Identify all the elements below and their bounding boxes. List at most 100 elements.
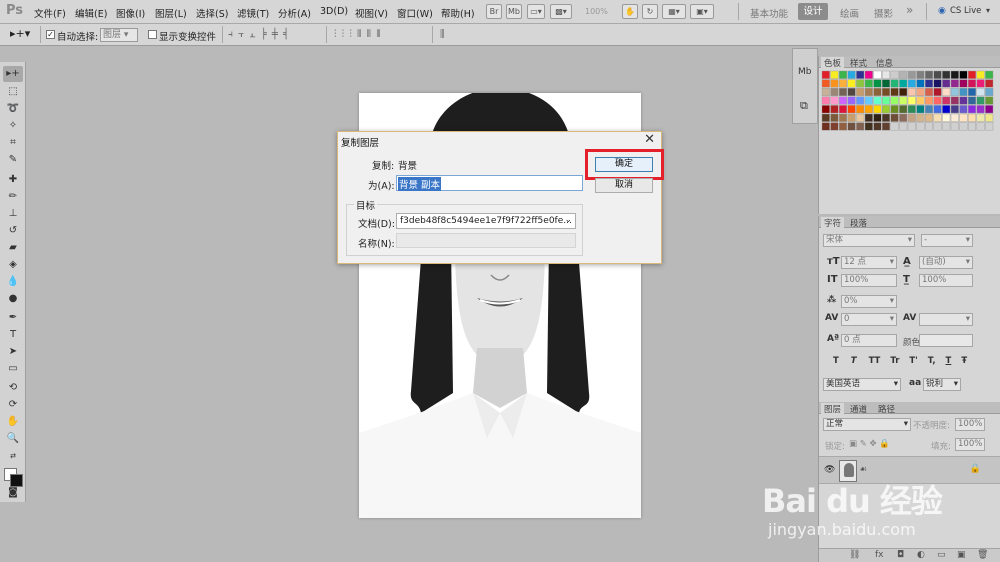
- swatch[interactable]: [830, 113, 839, 122]
- swatch[interactable]: [907, 70, 916, 79]
- hand-tool-icon[interactable]: ✋: [622, 4, 638, 19]
- eye-icon[interactable]: 👁: [824, 465, 835, 475]
- swatch[interactable]: [924, 96, 933, 105]
- layer-name-input[interactable]: 背景 副本: [396, 175, 583, 191]
- swatch[interactable]: [907, 122, 916, 131]
- swatch[interactable]: [873, 70, 882, 79]
- swatch[interactable]: [847, 113, 856, 122]
- swatch[interactable]: [933, 88, 942, 97]
- menu-3d[interactable]: 3D(D): [320, 6, 348, 17]
- swatch[interactable]: [839, 70, 848, 79]
- swatch[interactable]: [976, 105, 985, 114]
- show-transform-checkbox[interactable]: [148, 30, 157, 39]
- rectangle-tool-icon[interactable]: ▭: [3, 361, 23, 377]
- eraser-tool-icon[interactable]: ▰: [3, 240, 23, 256]
- workspace-photography[interactable]: 摄影: [874, 6, 893, 20]
- swatch[interactable]: [899, 88, 908, 97]
- swatch[interactable]: [847, 88, 856, 97]
- swatch[interactable]: [821, 88, 830, 97]
- swatch[interactable]: [890, 105, 899, 114]
- swatch[interactable]: [821, 79, 830, 88]
- swatch[interactable]: [924, 79, 933, 88]
- swatch[interactable]: [839, 122, 848, 131]
- menu-view[interactable]: 视图(V): [355, 6, 388, 20]
- swatch[interactable]: [985, 113, 994, 122]
- swatch[interactable]: [950, 70, 959, 79]
- new-layer-icon[interactable]: ▣: [957, 550, 966, 560]
- swatch[interactable]: [985, 79, 994, 88]
- eyedropper-tool-icon[interactable]: ✎: [3, 152, 23, 168]
- swatch[interactable]: [916, 70, 925, 79]
- swatch[interactable]: [882, 70, 891, 79]
- swatch[interactable]: [873, 113, 882, 122]
- swatch[interactable]: [916, 79, 925, 88]
- swatch[interactable]: [924, 105, 933, 114]
- swatch[interactable]: [924, 113, 933, 122]
- menu-file[interactable]: 文件(F): [34, 6, 66, 20]
- swatch[interactable]: [959, 113, 968, 122]
- workspace-design[interactable]: 设计: [798, 3, 828, 20]
- type-tool-icon[interactable]: T: [3, 327, 23, 343]
- swatch[interactable]: [873, 122, 882, 131]
- horizontal-scale-field[interactable]: 100%: [919, 274, 973, 287]
- tab-styles[interactable]: 样式: [847, 57, 870, 69]
- anti-alias-select[interactable]: 锐利 ▾: [923, 378, 961, 391]
- auto-select-dropdown[interactable]: 图层 ▾: [100, 28, 138, 42]
- swatch[interactable]: [847, 122, 856, 131]
- align-icons[interactable]: ⫞ ⫟ ⫠ ╞ ╪ ╡: [228, 29, 290, 40]
- marquee-tool-icon[interactable]: ⬚: [3, 84, 23, 100]
- swatch[interactable]: [873, 105, 882, 114]
- swatch[interactable]: [976, 96, 985, 105]
- clone-stamp-icon[interactable]: ⊥: [3, 206, 23, 222]
- swatch[interactable]: [985, 88, 994, 97]
- swatch[interactable]: [890, 122, 899, 131]
- cslive-dropdown-icon[interactable]: ▾: [986, 6, 990, 15]
- swatch[interactable]: [933, 96, 942, 105]
- swatch[interactable]: [882, 105, 891, 114]
- swatch[interactable]: [967, 122, 976, 131]
- menu-analysis[interactable]: 分析(A): [278, 6, 311, 20]
- workspace-essentials[interactable]: 基本功能: [750, 6, 788, 20]
- swatch[interactable]: [847, 70, 856, 79]
- swatch[interactable]: [933, 70, 942, 79]
- swatch[interactable]: [907, 79, 916, 88]
- swatch[interactable]: [899, 79, 908, 88]
- swatch[interactable]: [839, 88, 848, 97]
- swatch[interactable]: [916, 105, 925, 114]
- swatch[interactable]: [950, 105, 959, 114]
- swatch[interactable]: [839, 105, 848, 114]
- swatch[interactable]: [899, 122, 908, 131]
- swatch[interactable]: [830, 96, 839, 105]
- tab-channels[interactable]: 通道: [847, 403, 870, 415]
- menu-help[interactable]: 帮助(H): [441, 6, 475, 20]
- swatch[interactable]: [942, 105, 951, 114]
- swatch[interactable]: [890, 113, 899, 122]
- rotate-view-icon[interactable]: ↻: [642, 4, 658, 19]
- pen-tool-icon[interactable]: ✒: [3, 310, 23, 326]
- swatch[interactable]: [899, 96, 908, 105]
- swatch[interactable]: [821, 70, 830, 79]
- dodge-tool-icon[interactable]: ●: [3, 291, 23, 307]
- tab-info[interactable]: 信息: [873, 57, 896, 69]
- zoom-tool-icon[interactable]: 🔍: [3, 431, 23, 447]
- swatch[interactable]: [976, 122, 985, 131]
- brush-tool-icon[interactable]: ✏: [3, 189, 23, 205]
- strikethrough-button[interactable]: Ŧ: [961, 356, 967, 366]
- menu-filter[interactable]: 滤镜(T): [237, 6, 269, 20]
- swatch[interactable]: [950, 88, 959, 97]
- swatch[interactable]: [847, 79, 856, 88]
- swatch[interactable]: [976, 79, 985, 88]
- swatch[interactable]: [985, 70, 994, 79]
- link-layers-icon[interactable]: ⛓: [849, 550, 860, 560]
- swatch[interactable]: [856, 122, 865, 131]
- hand-tool-icon[interactable]: ✋: [3, 414, 23, 430]
- swatch[interactable]: [907, 113, 916, 122]
- swatch[interactable]: [864, 96, 873, 105]
- healing-brush-icon[interactable]: ✚: [3, 172, 23, 188]
- menu-window[interactable]: 窗口(W): [397, 6, 433, 20]
- swatch[interactable]: [873, 96, 882, 105]
- swatch[interactable]: [899, 105, 908, 114]
- 3d-rotate-icon[interactable]: ⟲: [3, 380, 23, 396]
- path-select-icon[interactable]: ➤: [3, 344, 23, 360]
- swatch[interactable]: [890, 70, 899, 79]
